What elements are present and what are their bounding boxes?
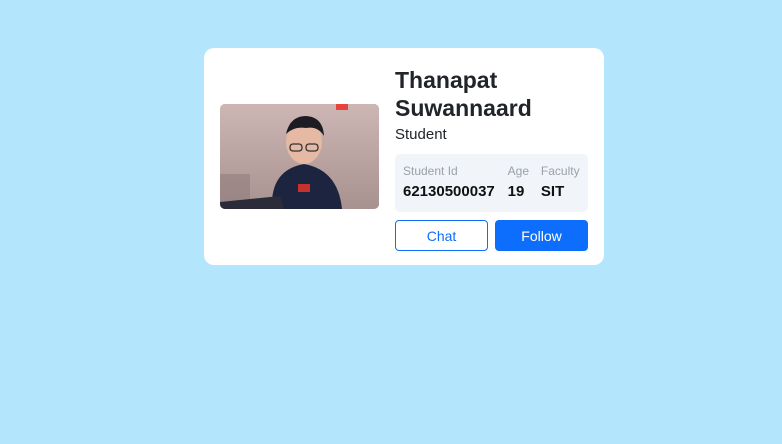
stat-label: Age xyxy=(507,164,529,178)
stat-student-id: Student Id 62130500037 xyxy=(403,163,508,212)
profile-card: Thanapat Suwannaard Student Student Id 6… xyxy=(204,48,604,265)
chat-button[interactable]: Chat xyxy=(395,220,488,251)
profile-photo-image xyxy=(220,104,379,209)
stat-label: Faculty xyxy=(540,164,580,178)
profile-photo xyxy=(220,104,379,209)
stat-label: Student Id xyxy=(403,164,458,178)
stat-value: SIT xyxy=(540,183,565,200)
stat-faculty: Faculty SIT xyxy=(541,163,580,212)
stat-age: Age 19 xyxy=(508,163,541,212)
follow-button[interactable]: Follow xyxy=(495,220,588,251)
profile-name: Thanapat Suwannaard xyxy=(395,67,532,121)
action-buttons: Chat Follow xyxy=(395,220,588,251)
stat-value: 19 xyxy=(507,183,525,200)
profile-info: Thanapat Suwannaard Student Student Id 6… xyxy=(395,66,588,251)
stats-panel: Student Id 62130500037 Age 19 Faculty SI… xyxy=(395,154,588,212)
profile-role: Student xyxy=(395,126,447,143)
stat-value: 62130500037 xyxy=(403,183,495,200)
